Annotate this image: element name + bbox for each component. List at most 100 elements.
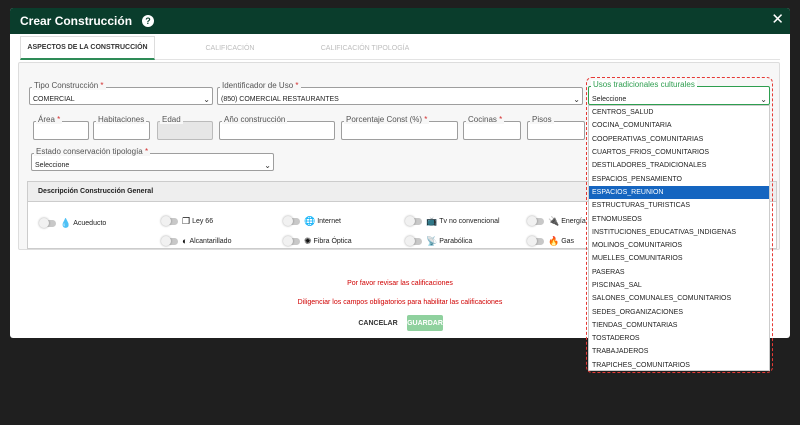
dropdown-option[interactable]: MUELLES_COMUNITARIOS: [589, 252, 769, 265]
dropdown-option[interactable]: ESPACIOS_PENSAMIENTO: [589, 172, 769, 185]
field-label: Usos tradicionales culturales: [591, 80, 697, 89]
dropdown-option[interactable]: COOPERATIVAS_COMUNITARIAS: [589, 133, 769, 146]
close-icon[interactable]: ✕: [771, 12, 784, 27]
label-text: Porcentaje Const (%): [346, 115, 423, 124]
energia-toggle[interactable]: [527, 216, 544, 226]
internet-toggle[interactable]: [283, 216, 300, 226]
field-label: Estado conservación tipología *: [34, 147, 151, 156]
tab-bar: ASPECTOS DE LA CONSTRUCCIÓN CALIFICACIÓN…: [20, 36, 780, 60]
dropdown-option[interactable]: PASERAS: [589, 266, 769, 279]
service-energia[interactable]: 🔌 Energía: [527, 216, 586, 227]
required-mark: *: [499, 115, 503, 124]
label-text: Cocinas: [468, 115, 497, 124]
dropdown-option[interactable]: PISCINAS_SAL: [589, 279, 769, 292]
chevron-down-icon: ⌄: [760, 95, 767, 104]
service-gas[interactable]: 🔥 Gas: [527, 236, 575, 247]
service-label: Internet: [317, 218, 341, 225]
tv-toggle[interactable]: [405, 216, 422, 226]
dropdown-option[interactable]: SALONES_COMUNALES_COMUNITARIOS: [589, 292, 769, 305]
label-text: Estado conservación tipología: [36, 147, 143, 156]
field-label: Habitaciones: [96, 115, 147, 124]
fiber-icon: ✺: [304, 236, 312, 246]
service-ley-66[interactable]: ❐ Ley 66: [161, 216, 214, 227]
anio-construccion-field[interactable]: Año construcción: [219, 115, 335, 140]
dropdown-option[interactable]: INSTITUCIONES_EDUCATIVAS_INDIGENAS: [589, 226, 769, 239]
dropdown-option[interactable]: TRAPICHES_COMUNITARIOS: [589, 359, 769, 370]
service-label: Tv no convencional: [439, 218, 500, 225]
field-label: Área *: [36, 115, 63, 124]
identificador-uso-select[interactable]: Identificador de Uso * (850) COMERCIAL R…: [217, 81, 583, 105]
service-parabolica[interactable]: 📡 Parabólica: [405, 236, 473, 247]
select-value: Seleccione: [35, 162, 70, 169]
gas-toggle[interactable]: [527, 236, 544, 246]
service-label: Acueducto: [73, 220, 107, 227]
dropdown-option[interactable]: ETNOMUSEOS: [589, 212, 769, 225]
dropdown-option[interactable]: COCINA_COMUNITARIA: [589, 119, 769, 132]
pisos-field[interactable]: Pisos: [527, 115, 585, 140]
dropdown-option[interactable]: ESPACIOS_REUNION: [589, 185, 769, 200]
label-text: Tipo Construcción: [34, 81, 99, 90]
service-label: Fibra Óptica: [313, 238, 352, 245]
ley-66-toggle[interactable]: [161, 216, 178, 226]
required-mark: *: [100, 81, 104, 90]
service-fibra-optica[interactable]: ✺ Fibra Óptica: [283, 236, 352, 247]
service-acueducto[interactable]: 💧 Acueducto: [39, 218, 107, 229]
flame-icon: 🔥: [548, 236, 560, 246]
dropdown-option[interactable]: TIENDAS_COMUNTARIAS: [589, 319, 769, 332]
dropdown-option[interactable]: CENTROS_SALUD: [589, 106, 769, 119]
help-icon[interactable]: ?: [142, 15, 155, 27]
tipo-construccion-select[interactable]: Tipo Construcción * COMERCIAL ⌄: [29, 81, 213, 105]
estado-conservacion-select[interactable]: Estado conservación tipología * Seleccio…: [31, 147, 274, 171]
alcantarillado-toggle[interactable]: [161, 235, 178, 246]
field-label: Cocinas *: [466, 115, 505, 124]
save-button[interactable]: GUARDAR: [407, 315, 443, 331]
required-mark: *: [144, 147, 149, 156]
habitaciones-field[interactable]: Habitaciones: [93, 115, 150, 140]
dropdown-option[interactable]: ESTRUCTURAS_TURISTICAS: [589, 199, 769, 212]
service-label: Energía: [561, 218, 586, 225]
half-circle-icon: ◐: [182, 236, 188, 246]
required-mark: *: [57, 115, 61, 124]
field-label: Pisos: [530, 115, 554, 124]
dropdown-option[interactable]: DESTILADORES_TRADICIONALES: [589, 159, 769, 172]
service-internet[interactable]: 🌐 Internet: [283, 216, 341, 227]
dropdown-option[interactable]: TOSTADEROS: [589, 332, 769, 345]
antenna-icon: 📡: [426, 236, 438, 246]
label-text: Identificador de Uso: [222, 81, 294, 90]
area-field[interactable]: Área *: [33, 115, 89, 140]
chevron-down-icon: ⌄: [573, 95, 580, 104]
fibra-optica-toggle[interactable]: [283, 236, 300, 246]
edad-field: Edad: [157, 115, 213, 140]
select-value: COMERCIAL: [33, 96, 75, 103]
usos-tradicionales-select[interactable]: Usos tradicionales culturales Seleccione…: [588, 80, 770, 105]
cocinas-field[interactable]: Cocinas *: [463, 115, 521, 140]
parabolica-toggle[interactable]: [405, 236, 422, 246]
field-label: Identificador de Uso *: [220, 81, 301, 90]
usos-tradicionales-dropdown: CENTROS_SALUD COCINA_COMUNITARIA COOPERATI…: [588, 105, 770, 371]
select-value: Seleccione: [592, 96, 627, 103]
tab-calificacion-tipologia[interactable]: CALIFICACIÓN TIPOLOGÍA: [300, 36, 430, 60]
copy-icon: ❐: [182, 216, 191, 226]
cancel-button[interactable]: CANCELAR: [358, 315, 398, 331]
dropdown-option[interactable]: TRABAJADEROS: [589, 345, 769, 358]
service-tv-no-convencional[interactable]: 📺 Tv no convencional: [405, 216, 500, 227]
dropdown-option[interactable]: SEDES_ORGANIZACIONES: [589, 305, 769, 318]
dropdown-option[interactable]: MOLINOS_COMUNITARIOS: [589, 239, 769, 252]
acueducto-toggle[interactable]: [39, 218, 56, 228]
service-alcantarillado[interactable]: ◐ Alcantarillado: [161, 235, 231, 246]
chevron-down-icon: ⌄: [264, 161, 271, 170]
service-label: Ley 66: [192, 218, 214, 225]
required-mark: *: [295, 81, 299, 90]
required-mark: *: [424, 115, 428, 124]
modal-header: Crear Construcción ? ✕: [10, 8, 790, 34]
porcentaje-const-field[interactable]: Porcentaje Const (%) *: [341, 115, 458, 140]
field-label: Tipo Construcción *: [32, 81, 106, 90]
field-label: Año construcción: [222, 115, 288, 124]
chevron-down-icon: ⌄: [203, 95, 210, 104]
select-value: (850) COMERCIAL RESTAURANTES: [221, 96, 339, 103]
service-label: Gas: [561, 238, 575, 245]
dropdown-option[interactable]: CUARTOS_FRIOS_COMUNITARIOS: [589, 146, 769, 159]
tab-aspectos-construccion[interactable]: ASPECTOS DE LA CONSTRUCCIÓN: [20, 36, 155, 60]
tab-calificacion[interactable]: CALIFICACIÓN: [170, 36, 290, 60]
service-label: Parabólica: [439, 238, 473, 245]
